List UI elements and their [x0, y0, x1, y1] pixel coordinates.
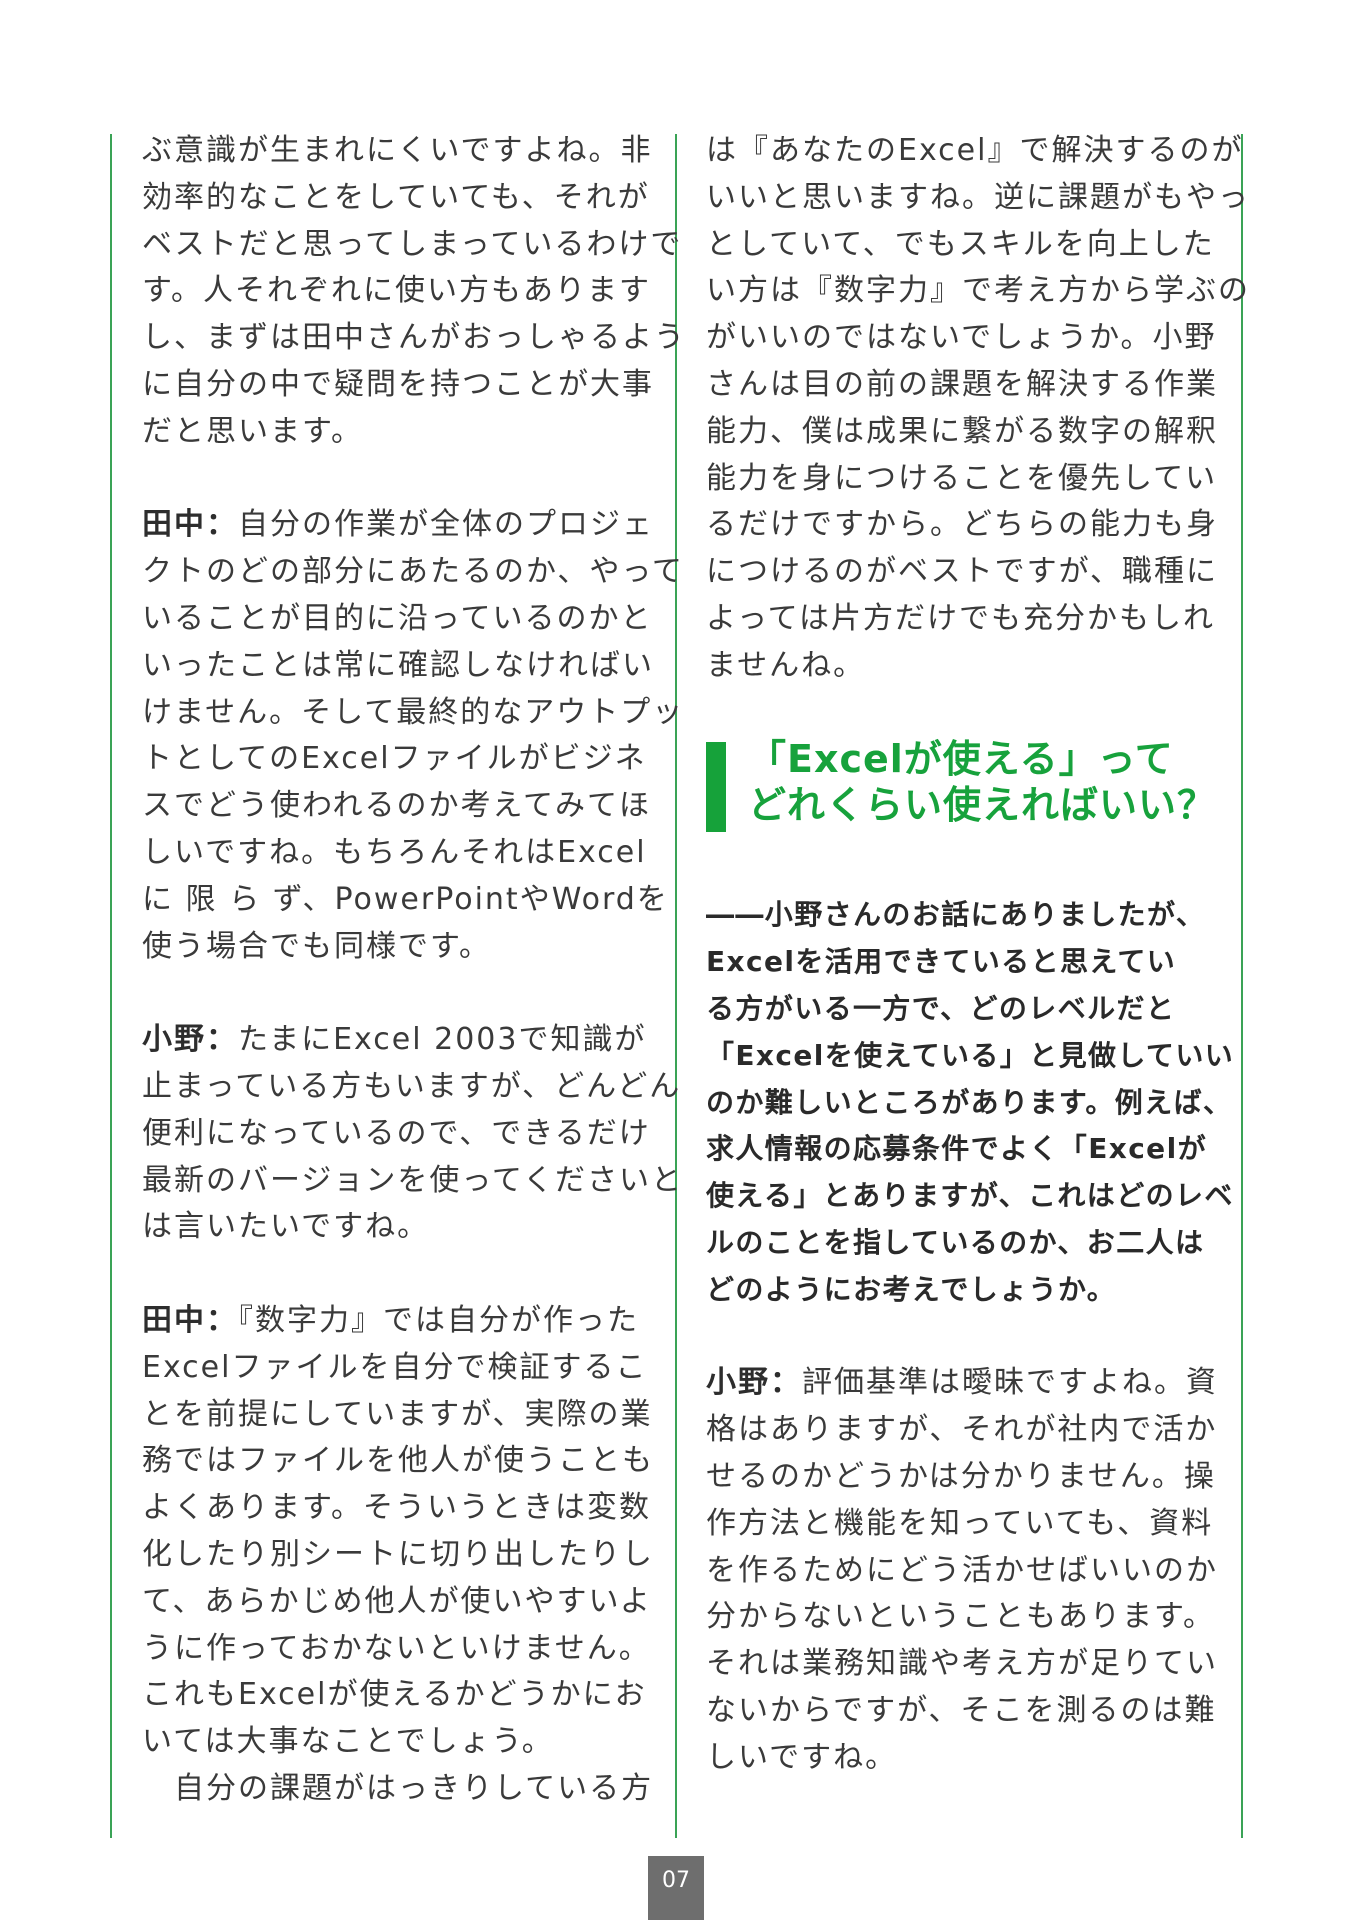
text-line: は『あなたのExcel』で解決するのが [706, 133, 1244, 168]
column-rule-left [110, 134, 112, 1838]
text-line: 自分の課題がはっきりしている方 [142, 1770, 654, 1806]
text-segment: 評価基準は曖昧ですよね。資 [802, 1365, 1218, 1401]
text-line: 便利になっているので、できるだけ [142, 1115, 651, 1151]
text-line: 能力、僕は成果に繋がる数字の解釈 [706, 413, 1218, 449]
text-line: それは業務知識や考え方が足りてい [706, 1646, 1218, 1682]
text-line: Excelファイルを自分で検証するこ [142, 1349, 648, 1385]
text-line: がいいのではないでしょうか。小野 [706, 320, 1217, 356]
text-line: よっては片方だけでも充分かもしれ [706, 600, 1215, 636]
paragraph-tanaka-1: 田中：自分の作業が全体のプロジェ クトのどの部分にあたるのか、やって いることが… [142, 502, 685, 970]
heading-line-2: どれくらい使えればいい？ [748, 783, 1217, 828]
text-line: しいですね。もちろんそれはExcel [142, 834, 647, 870]
text-line: いることが目的に沿っているのかと [142, 600, 653, 636]
text-line: Excelを活用できていると思えてい [706, 945, 1177, 979]
text-line: 作方法と機能を知っていても、資料 [706, 1505, 1214, 1541]
speaker-label: 小野： [706, 1365, 802, 1401]
section-heading: 「Excelが使える」って どれくらい使えればいい？ [706, 736, 1217, 833]
text-line: 効率的なことをしていても、それが [142, 179, 650, 215]
text-line: い方は『数字力』で考え方から学ぶの [706, 273, 1250, 309]
text-line: とを前提にしていますが、実際の業 [142, 1396, 653, 1432]
heading-line-1: 「Excelが使える」って [748, 737, 1174, 782]
text-line: しいですね。 [706, 1739, 898, 1775]
text-line: す。人それぞれに使い方もあります [142, 273, 651, 309]
text-line: これもExcelが使えるかどうかにお [142, 1677, 647, 1713]
interviewer-question: ――小野さんのお話にありましたが、 Excelを活用できていると思えてい る方が… [706, 892, 1235, 1313]
text-line: に自分の中で疑問を持つことが大事 [142, 366, 654, 402]
text-line: ――小野さんのお話にありましたが、 [706, 898, 1206, 932]
text-line: を作るためにどう活かせばいいのか [706, 1552, 1218, 1588]
text-line: クトのどの部分にあたるのか、やって [142, 554, 684, 590]
text-line: 使う場合でも同様です。 [142, 928, 491, 964]
text-line: 田中：自分の作業が全体のプロジェ [142, 502, 652, 549]
text-line: ないからですが、そこを測るのは難 [706, 1692, 1217, 1728]
text-line: としていて、でもスキルを向上した [706, 226, 1215, 262]
text-line: 格はありますが、それが社内で活か [706, 1412, 1218, 1448]
text-line: 使える」とありますが、これはどのレベ [706, 1179, 1234, 1213]
paragraph-ono-1: 小野：たまにExcel 2003で知識が 止まっている方もいますが、どんどん 便… [142, 1017, 683, 1251]
text-line: けません。そして最終的なアウトプッ [142, 694, 685, 730]
page-number: 07 [648, 1856, 704, 1920]
speaker-label: 田中： [142, 1302, 238, 1338]
left-column: ぶ意識が生まれにくいですよね。非 効率的なことをしていても、それが ベストだと思… [142, 128, 686, 1859]
text-line: て、あらかじめ他人が使いやすいよ [142, 1583, 652, 1619]
text-segment: 自分の作業が全体のプロジェ [238, 507, 654, 543]
text-line: に 限 ら ず、PowerPointやWordを [142, 881, 669, 917]
text-line: いては大事なことでしょう。 [142, 1724, 554, 1760]
speaker-label: 田中： [142, 507, 238, 543]
text-line: るだけですから。どちらの能力も身 [706, 507, 1218, 543]
text-line: さんは目の前の課題を解決する作業 [706, 366, 1218, 402]
right-column: は『あなたのExcel』で解決するのが いいと思いますね。逆に課題がもやっ とし… [706, 128, 1250, 1828]
text-line: スでどう使われるのか考えてみてほ [142, 788, 651, 824]
paragraph-left-1: ぶ意識が生まれにくいですよね。非 効率的なことをしていても、それが ベストだと思… [142, 128, 686, 456]
text-line: は言いたいですね。 [142, 1209, 430, 1245]
text-line: し、まずは田中さんがおっしゃるよう [142, 320, 686, 356]
column-rule-right [1241, 134, 1243, 1838]
text-line: トとしてのExcelファイルがビジネ [142, 741, 647, 777]
text-line: せるのかどうかは分かりません。操 [706, 1458, 1216, 1494]
text-line: る方がいる一方で、どのレベルだと [706, 991, 1176, 1025]
column-rule-middle [675, 134, 677, 1838]
text-line: ルのことを指しているのか、お二人は [706, 1225, 1205, 1259]
text-line: 最新のバージョンを使ってくださいと [142, 1162, 683, 1198]
text-line: 小野：評価基準は曖昧ですよね。資 [706, 1360, 1216, 1407]
paragraph-ono-2: 小野：評価基準は曖昧ですよね。資 格はありますが、それが社内で活か せるのかどう… [706, 1360, 1216, 1781]
paragraph-tanaka-2: 田中：『数字力』では自分が作った Excelファイルを自分で検証するこ とを前提… [142, 1298, 652, 1813]
speaker-label: 小野： [142, 1022, 238, 1058]
text-line: 能力を身につけることを優先してい [706, 460, 1218, 496]
text-line: うに作っておかないといけません。 [142, 1630, 651, 1666]
text-line: よくあります。そういうときは変数 [142, 1490, 651, 1526]
text-segment: たまにExcel 2003で知識が [238, 1022, 647, 1058]
text-line: いったことは常に確認しなければい [142, 647, 654, 683]
text-line: ませんね。 [706, 647, 866, 683]
text-line: 止まっている方もいますが、どんどん [142, 1068, 682, 1104]
text-line: だと思います。 [142, 413, 363, 449]
text-line: 小野：たまにExcel 2003で知識が [142, 1017, 652, 1064]
text-line: につけるのがベストですが、職種に [706, 554, 1218, 590]
heading-accent-bar [706, 742, 726, 833]
text-line: ベストだと思ってしまっているわけで [142, 226, 683, 262]
text-line: 「Excelを使えている」と見做していい [706, 1038, 1235, 1072]
text-line: いいと思いますね。逆に課題がもやっ [706, 179, 1250, 215]
text-line: 務ではファイルを他人が使うことも [142, 1443, 654, 1479]
text-line: どのようにお考えでしょうか。 [706, 1272, 1117, 1306]
text-line: のか難しいところがあります。例えば、 [706, 1085, 1233, 1119]
text-line: ぶ意識が生まれにくいですよね。非 [142, 133, 653, 168]
text-line: 分からないということもあります。 [706, 1599, 1215, 1635]
text-line: 化したり別シートに切り出したりし [142, 1536, 654, 1572]
text-line: 田中：『数字力』では自分が作った [142, 1298, 652, 1345]
text-line: 求人情報の応募条件でよく「Excelが [706, 1132, 1207, 1166]
text-segment: 『数字力』では自分が作った [238, 1302, 639, 1338]
paragraph-right-1: は『あなたのExcel』で解決するのが いいと思いますね。逆に課題がもやっ とし… [706, 128, 1250, 690]
